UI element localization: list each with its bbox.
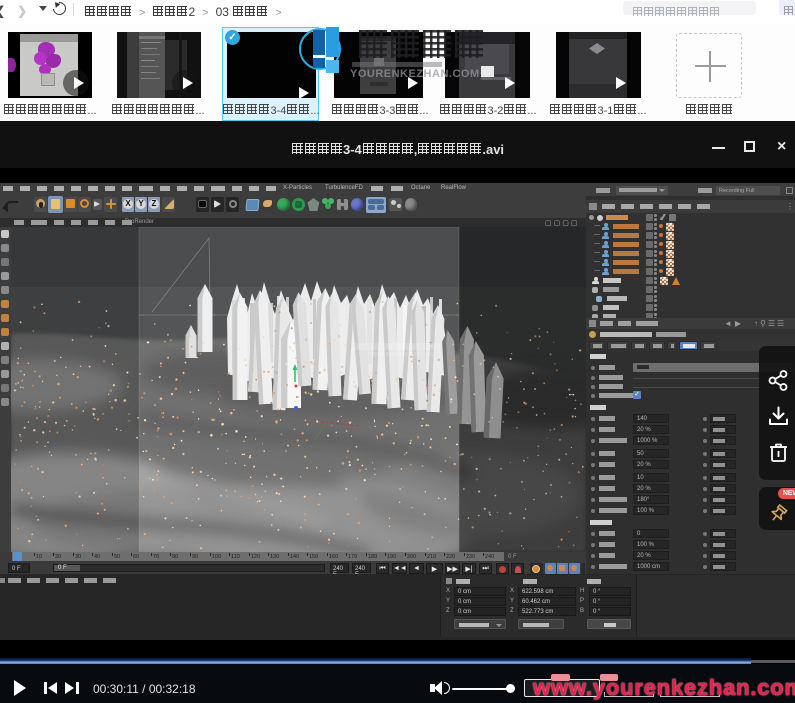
svg-text:↔: ↔ <box>567 388 576 398</box>
